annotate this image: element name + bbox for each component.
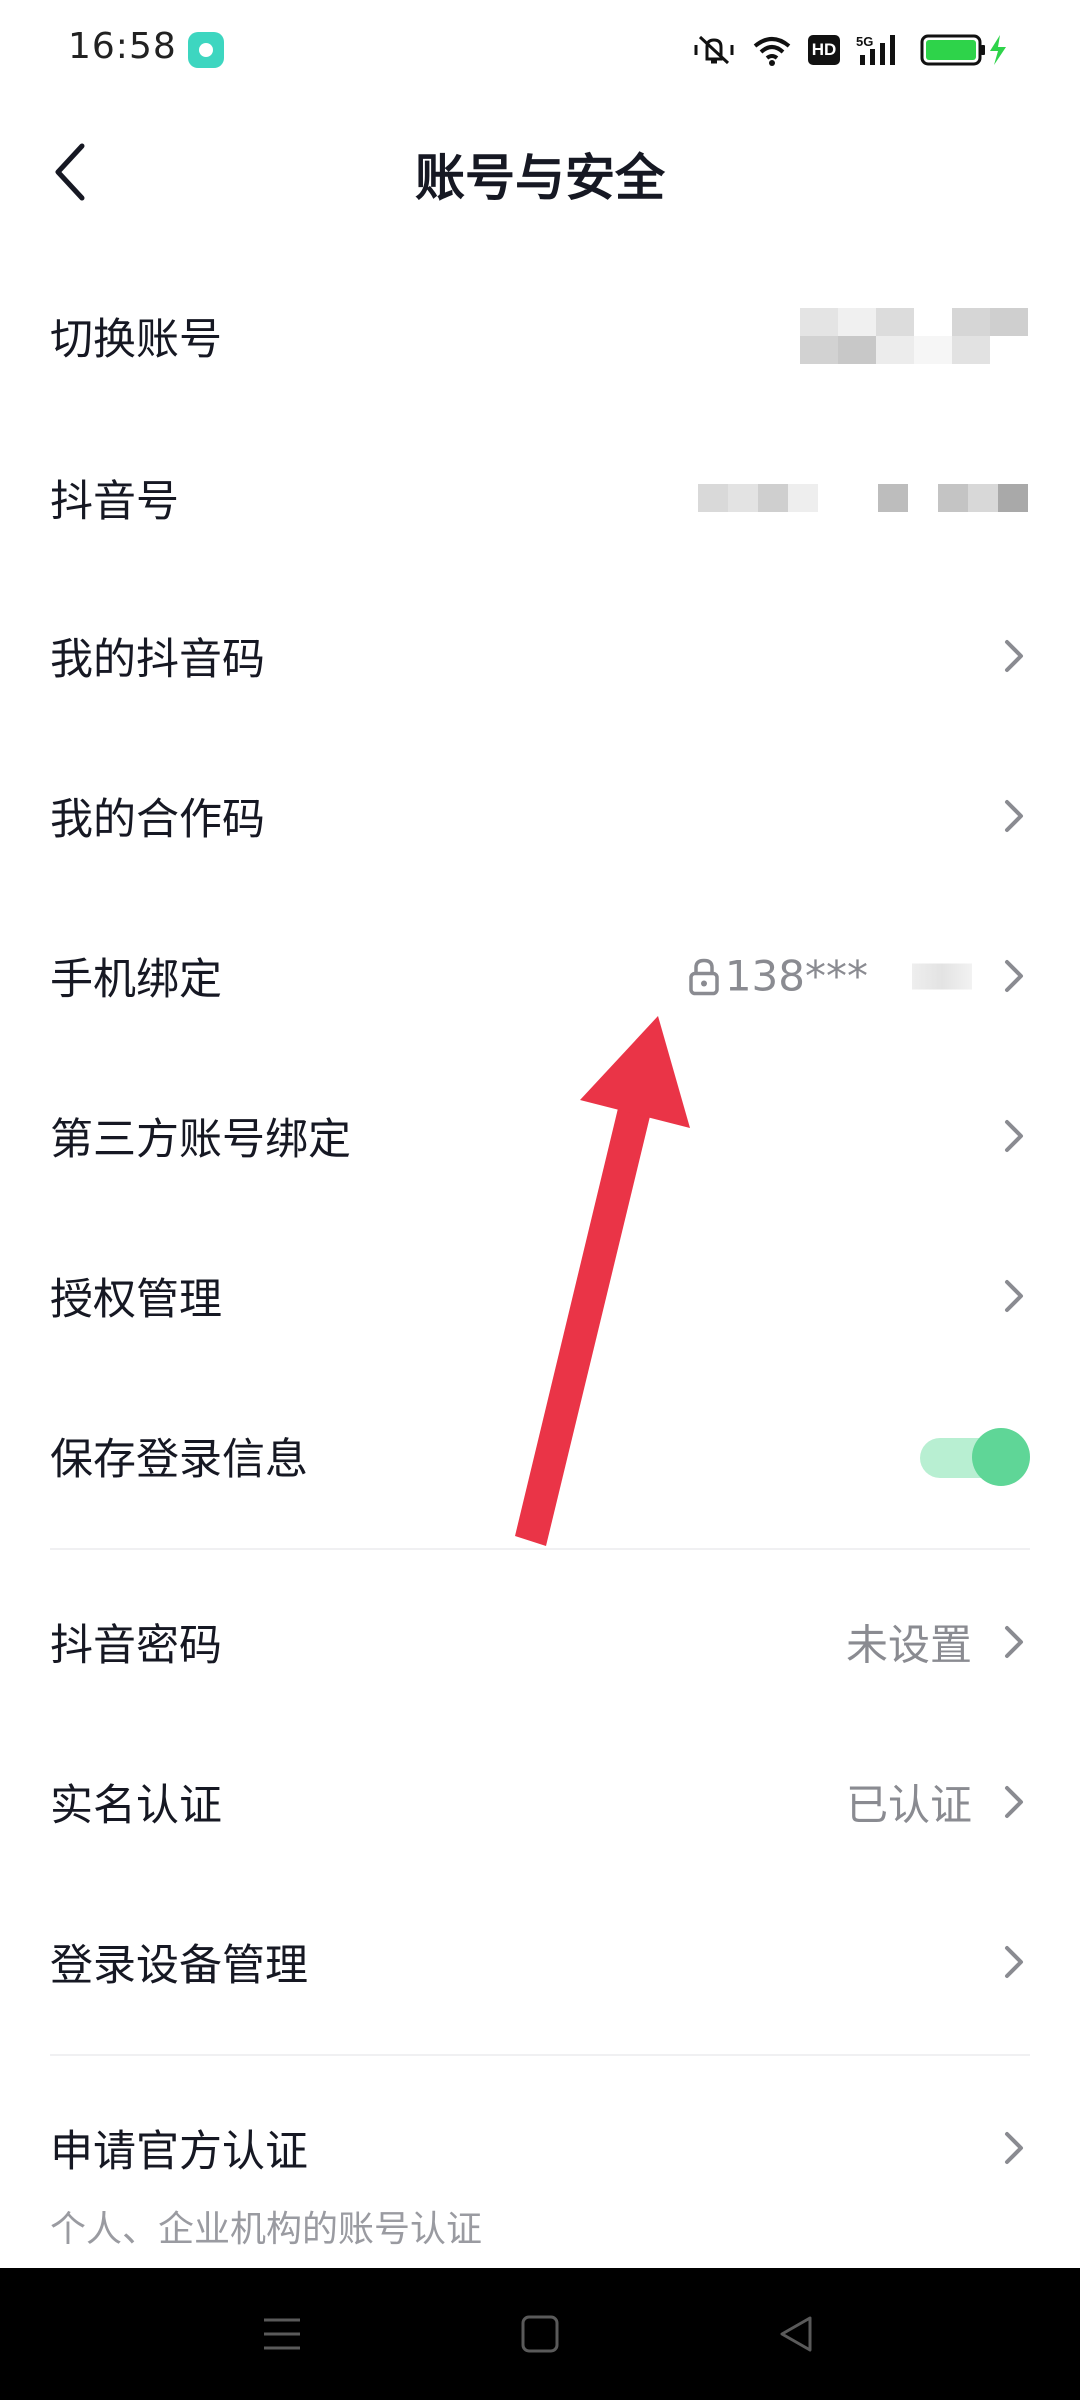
official-verification-sublabel: 个人、企业机构的账号认证 [50,2209,483,2250]
network-label: 5G [856,34,873,49]
third-party-binding-row[interactable]: 第三方账号绑定 [0,1056,1080,1216]
system-back-button[interactable] [766,2304,826,2364]
authorization-management-row[interactable]: 授权管理 [0,1216,1080,1376]
chevron-right-icon [1005,1786,1023,1818]
status-bar: 16:58 HD 5G [0,0,1080,100]
lock-icon [689,958,719,995]
real-name-auth-value: 已认证 [845,1780,972,1830]
my-douyin-code-label: 我的抖音码 [50,635,265,685]
authorization-management-label: 授权管理 [50,1275,222,1325]
douyin-password-label: 抖音密码 [50,1621,222,1671]
chevron-right-icon [1005,2132,1023,2164]
phone-number-mask [912,963,972,989]
official-verification-label: 申请官方认证 [50,2127,308,2177]
section-divider [50,2054,1030,2056]
menu-icon [264,2318,300,2350]
app-notification-icon [188,32,224,68]
chevron-right-icon [1005,1120,1023,1152]
section-divider [50,1548,1030,1550]
chevron-right-icon [1005,960,1023,992]
phone-binding-label: 手机绑定 [50,955,222,1005]
wifi-icon [753,37,791,66]
switch-account-row[interactable]: 切换账号 [0,256,1080,416]
real-name-auth-label: 实名认证 [50,1781,222,1831]
chevron-right-icon [1005,1626,1023,1658]
login-device-management-label: 登录设备管理 [50,1941,308,1991]
douyin-password-row[interactable]: 抖音密码 未设置 [0,1562,1080,1722]
third-party-binding-label: 第三方账号绑定 [50,1115,351,1165]
home-button[interactable] [510,2304,570,2364]
menu-button[interactable] [252,2304,312,2364]
signal-5g-icon: 5G [856,34,895,65]
page-title: 账号与安全 [415,149,665,207]
phone-number: 138*** [724,951,868,1001]
official-verification-row[interactable]: 申请官方认证 个人、企业机构的账号认证 [0,2068,1080,2250]
login-device-management-row[interactable]: 登录设备管理 [0,1882,1080,2042]
chevron-right-icon [1005,1946,1023,1978]
back-triangle-icon [780,2316,812,2352]
home-square-icon [521,2315,559,2353]
status-time: 16:58 [68,26,177,67]
my-cooperation-code-row[interactable]: 我的合作码 [0,736,1080,896]
save-login-info-toggle[interactable] [920,1428,1030,1486]
chevron-right-icon [1005,1280,1023,1312]
douyin-password-value: 未设置 [845,1620,972,1670]
douyin-id-label: 抖音号 [50,477,179,527]
status-icons: HD 5G [692,30,1010,70]
phone-binding-value: 138*** [687,952,972,1001]
save-login-info-row: 保存登录信息 [0,1376,1080,1536]
masked-douyin-id [698,484,1028,512]
phone-binding-row[interactable]: 手机绑定 138*** [0,896,1080,1056]
douyin-id-row[interactable]: 抖音号 [0,418,1080,578]
toggle-knob [972,1428,1030,1486]
real-name-auth-row[interactable]: 实名认证 已认证 [0,1722,1080,1882]
my-douyin-code-row[interactable]: 我的抖音码 [0,576,1080,736]
chevron-right-icon [1005,800,1023,832]
my-cooperation-code-label: 我的合作码 [50,795,265,845]
masked-account-name [800,308,1028,364]
hd-icon: HD [808,35,840,65]
save-login-info-label: 保存登录信息 [50,1435,308,1485]
mute-vibrate-icon [694,35,734,65]
battery-charging-icon [920,34,1006,66]
switch-account-label: 切换账号 [50,315,222,365]
navigation-bar [0,2268,1080,2400]
header: 账号与安全 [0,110,1080,230]
chevron-right-icon [1005,640,1023,672]
